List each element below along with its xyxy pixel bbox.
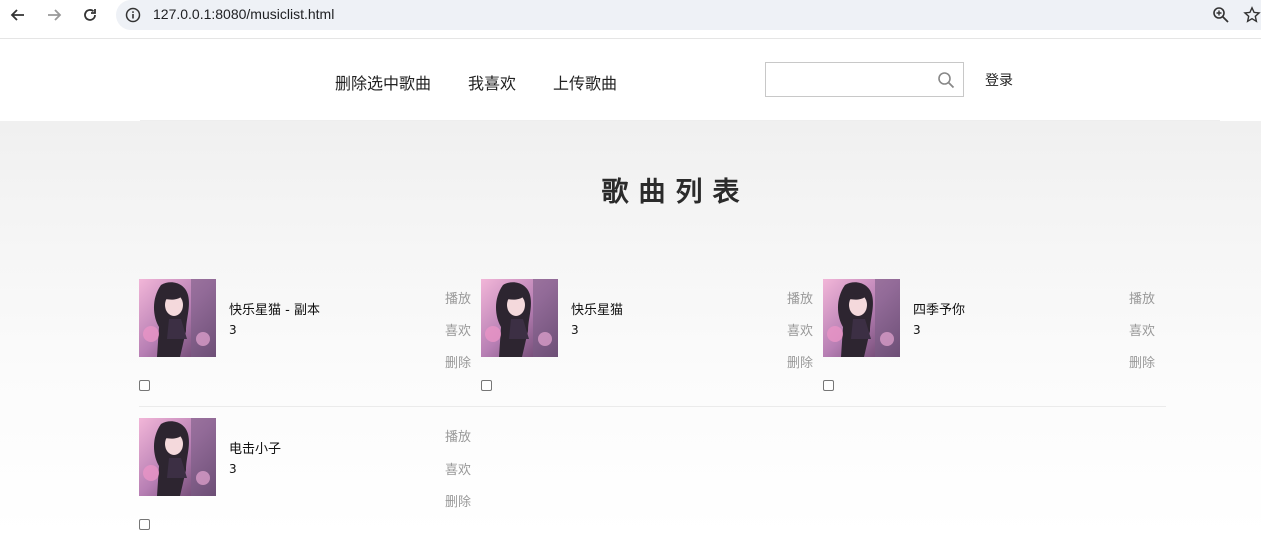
zoom-icon[interactable]	[1212, 6, 1230, 24]
song-name: 四季予你	[913, 303, 966, 318]
search-input[interactable]	[765, 62, 964, 97]
album-cover[interactable]	[481, 279, 558, 357]
nav-my-favorites[interactable]: 我喜欢	[468, 70, 516, 94]
song-card: 快乐星猫 - 副本 3 播放 喜欢 删除	[139, 279, 473, 397]
play-button[interactable]: 播放	[445, 426, 471, 445]
like-button[interactable]: 喜欢	[445, 320, 471, 339]
site-info-icon[interactable]	[125, 7, 141, 23]
song-count: 3	[571, 323, 579, 337]
url-text[interactable]: 127.0.0.1:8080/musiclist.html	[153, 6, 334, 22]
nav-upload-song[interactable]: 上传歌曲	[553, 70, 617, 94]
song-card: 电击小子 3 播放 喜欢 删除	[139, 418, 473, 536]
song-count: 3	[913, 323, 921, 337]
album-cover[interactable]	[823, 279, 900, 357]
song-card: 快乐星猫 3 播放 喜欢 删除	[481, 279, 815, 397]
browser-toolbar: 127.0.0.1:8080/musiclist.html	[0, 0, 1261, 30]
login-link[interactable]: 登录	[985, 70, 1013, 90]
song-name: 快乐星猫 - 副本	[229, 303, 320, 318]
reload-icon[interactable]	[79, 4, 101, 26]
browser-divider	[0, 38, 1261, 39]
back-icon[interactable]	[7, 4, 29, 26]
like-button[interactable]: 喜欢	[787, 320, 813, 339]
like-button[interactable]: 喜欢	[1129, 320, 1155, 339]
album-cover[interactable]	[139, 279, 216, 357]
bookmark-star-icon[interactable]	[1243, 6, 1261, 24]
song-count: 3	[229, 323, 237, 337]
play-button[interactable]: 播放	[1129, 288, 1155, 307]
delete-button[interactable]: 删除	[445, 352, 471, 371]
address-bar[interactable]: 127.0.0.1:8080/musiclist.html	[116, 0, 1261, 30]
play-button[interactable]: 播放	[787, 288, 813, 307]
row-divider	[139, 406, 1166, 407]
song-name: 电击小子	[229, 442, 282, 457]
header-divider	[140, 120, 1220, 121]
song-name: 快乐星猫	[571, 303, 624, 318]
select-checkbox[interactable]	[481, 380, 492, 391]
search-icon[interactable]	[937, 71, 955, 89]
song-card: 四季予你 3 播放 喜欢 删除	[823, 279, 1157, 397]
like-button[interactable]: 喜欢	[445, 459, 471, 478]
page-title: 歌曲列表	[601, 177, 750, 208]
delete-button[interactable]: 删除	[445, 491, 471, 510]
delete-button[interactable]: 删除	[787, 352, 813, 371]
forward-icon[interactable]	[43, 4, 65, 26]
album-cover[interactable]	[139, 418, 216, 496]
play-button[interactable]: 播放	[445, 288, 471, 307]
song-count: 3	[229, 462, 237, 476]
delete-button[interactable]: 删除	[1129, 352, 1155, 371]
nav-delete-selected[interactable]: 删除选中歌曲	[335, 70, 431, 94]
select-checkbox[interactable]	[139, 380, 150, 391]
select-checkbox[interactable]	[823, 380, 834, 391]
select-checkbox[interactable]	[139, 519, 150, 530]
